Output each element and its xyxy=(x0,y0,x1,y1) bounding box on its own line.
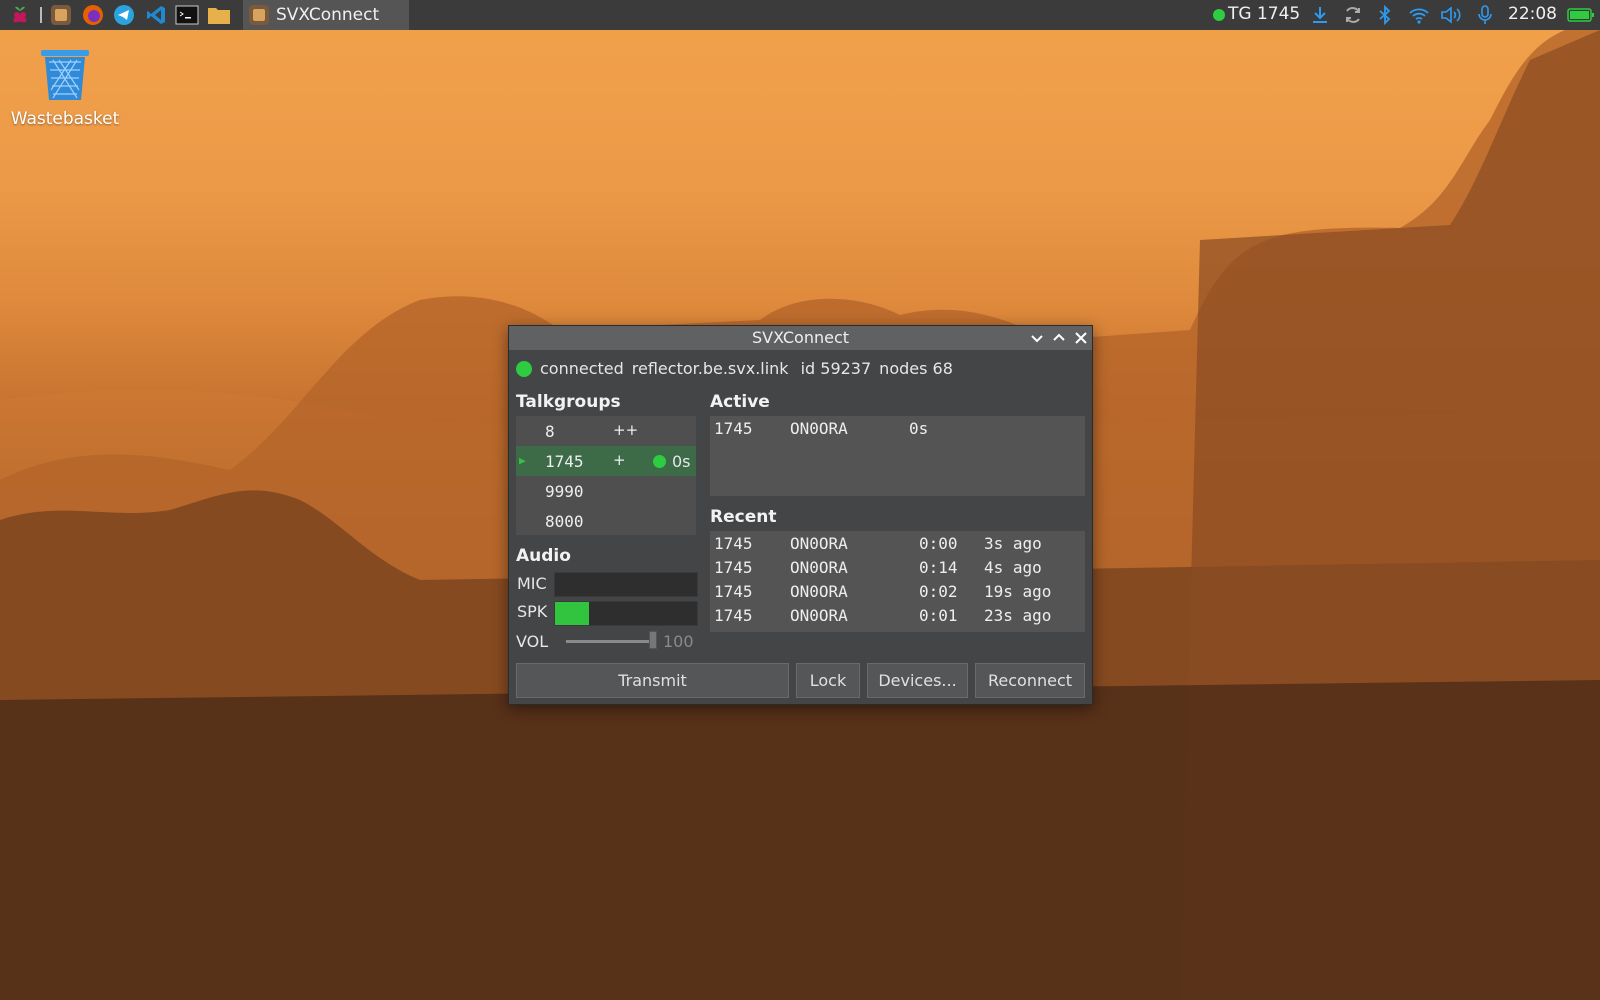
tg-status-dot xyxy=(1213,9,1225,21)
volume-icon[interactable] xyxy=(1440,3,1464,27)
recent-tg: 1745 xyxy=(714,582,753,601)
recent-row[interactable]: 1745 ON0ORA 0:02 19s ago xyxy=(714,582,1051,606)
recent-list: 1745 ON0ORA 0:00 3s ago 1745 ON0ORA 0:14… xyxy=(710,531,1085,632)
recent-heading: Recent xyxy=(710,507,777,527)
terminal-icon[interactable] xyxy=(175,3,199,27)
maximize-button[interactable] xyxy=(1049,326,1069,350)
recent-duration: 0:01 xyxy=(919,606,958,625)
recent-tg: 1745 xyxy=(714,534,753,553)
vol-label: VOL xyxy=(516,632,549,651)
status-id: id 59237 xyxy=(800,359,872,378)
spk-level-meter xyxy=(554,601,698,626)
taskbar-task-label: SVXConnect xyxy=(276,5,380,25)
talkgroups-list: 8 ++ ▶ 1745 + 0s 9990 8000 xyxy=(516,416,696,535)
talkgroup-row[interactable]: 8000 xyxy=(516,506,696,536)
close-button[interactable] xyxy=(1071,326,1091,350)
vscode-icon[interactable] xyxy=(144,3,168,27)
firefox-icon[interactable] xyxy=(81,3,105,27)
sync-icon[interactable] xyxy=(1341,3,1365,27)
download-icon[interactable] xyxy=(1308,3,1332,27)
spk-label: SPK xyxy=(517,602,548,621)
talkgroup-number: 9990 xyxy=(545,482,584,501)
active-callsign: ON0ORA xyxy=(790,419,848,438)
wastebasket-label: Wastebasket xyxy=(10,109,120,129)
talkgroup-flag: ++ xyxy=(613,421,639,439)
lock-button[interactable]: Lock xyxy=(796,663,860,698)
talkgroup-row-selected[interactable]: ▶ 1745 + 0s xyxy=(516,446,696,476)
transmit-button[interactable]: Transmit xyxy=(516,663,789,698)
recent-tg: 1745 xyxy=(714,606,753,625)
activity-dot xyxy=(653,455,666,468)
window-title: SVXConnect xyxy=(751,328,850,347)
recent-ago: 23s ago xyxy=(984,606,1052,625)
talkgroup-number: 8 xyxy=(545,422,555,441)
talkgroup-row[interactable]: 8 ++ xyxy=(516,416,696,446)
microphone-icon[interactable] xyxy=(1473,3,1497,27)
vol-value: 100 xyxy=(663,632,694,651)
window-titlebar[interactable]: SVXConnect xyxy=(509,326,1092,350)
audio-heading: Audio xyxy=(516,546,571,566)
recent-callsign: ON0ORA xyxy=(790,606,848,625)
talkgroup-flag: + xyxy=(613,451,626,469)
volume-slider-handle[interactable] xyxy=(649,631,657,649)
reconnect-button[interactable]: Reconnect xyxy=(975,663,1085,698)
recent-callsign: ON0ORA xyxy=(790,582,848,601)
recent-row[interactable]: 1745 ON0ORA 0:01 23s ago xyxy=(714,606,1051,630)
recent-ago: 19s ago xyxy=(984,582,1052,601)
recent-row[interactable]: 1745 ON0ORA 0:14 4s ago xyxy=(714,558,1042,582)
active-heading: Active xyxy=(710,392,770,412)
recent-duration: 0:00 xyxy=(919,534,958,553)
connection-status-dot xyxy=(516,360,532,377)
svxconnect-task-icon xyxy=(247,3,271,27)
talkgroup-activity: 0s xyxy=(653,452,691,471)
recent-tg: 1745 xyxy=(714,558,753,577)
minimize-button[interactable] xyxy=(1027,326,1047,350)
clock[interactable]: 22:08 xyxy=(1508,4,1557,24)
bluetooth-icon[interactable] xyxy=(1373,3,1397,27)
svxconnect-window: SVXConnect connected reflector.be.svx.li… xyxy=(508,325,1093,705)
recent-callsign: ON0ORA xyxy=(790,534,848,553)
status-nodes: nodes 68 xyxy=(879,359,953,378)
devices-button[interactable]: Devices... xyxy=(867,663,968,698)
taskbar-task-svxconnect[interactable]: SVXConnect xyxy=(243,0,409,30)
taskbar-separator xyxy=(40,7,42,23)
wastebasket-icon xyxy=(41,50,89,100)
wastebasket-desktop-icon[interactable]: Wastebasket xyxy=(10,48,120,129)
active-tg: 1745 xyxy=(714,419,753,438)
svxconnect-launcher-icon[interactable] xyxy=(49,3,73,27)
active-list: 1745 ON0ORA 0s xyxy=(710,416,1085,496)
recent-row[interactable]: 1745 ON0ORA 0:00 3s ago xyxy=(714,534,1042,558)
status-host: reflector.be.svx.link xyxy=(631,359,789,378)
spk-level-fill xyxy=(555,602,590,625)
recent-duration: 0:02 xyxy=(919,582,958,601)
close-icon xyxy=(1075,332,1087,344)
volume-slider-track[interactable] xyxy=(566,640,651,643)
recent-callsign: ON0ORA xyxy=(790,558,848,577)
talkgroup-number: 1745 xyxy=(545,452,584,471)
talkgroup-number: 8000 xyxy=(545,512,584,531)
battery-icon[interactable] xyxy=(1567,3,1595,27)
telegram-icon[interactable] xyxy=(112,3,136,27)
mic-level-meter xyxy=(554,572,698,597)
talkgroup-activity-time: 0s xyxy=(672,452,691,471)
mic-label: MIC xyxy=(517,574,547,593)
talkgroups-heading: Talkgroups xyxy=(516,392,621,412)
talkgroup-row[interactable]: 9990 xyxy=(516,476,696,506)
connection-status: connected reflector.be.svx.link id 59237… xyxy=(516,359,953,378)
file-manager-icon[interactable] xyxy=(207,3,231,27)
status-state: connected xyxy=(540,359,624,378)
raspberry-pi-menu-icon[interactable] xyxy=(8,3,32,27)
active-time: 0s xyxy=(909,419,929,438)
recent-ago: 3s ago xyxy=(984,534,1042,553)
taskbar: SVXConnect TG 1745 22:08 xyxy=(0,0,1600,30)
recent-duration: 0:14 xyxy=(919,558,958,577)
play-arrow-icon: ▶ xyxy=(519,454,526,467)
chevron-down-icon xyxy=(1031,335,1043,343)
wifi-icon[interactable] xyxy=(1407,3,1431,27)
chevron-up-icon xyxy=(1053,333,1065,341)
tg-status-text[interactable]: TG 1745 xyxy=(1228,4,1300,24)
active-row[interactable]: 1745 ON0ORA 0s xyxy=(714,419,928,443)
recent-ago: 4s ago xyxy=(984,558,1042,577)
